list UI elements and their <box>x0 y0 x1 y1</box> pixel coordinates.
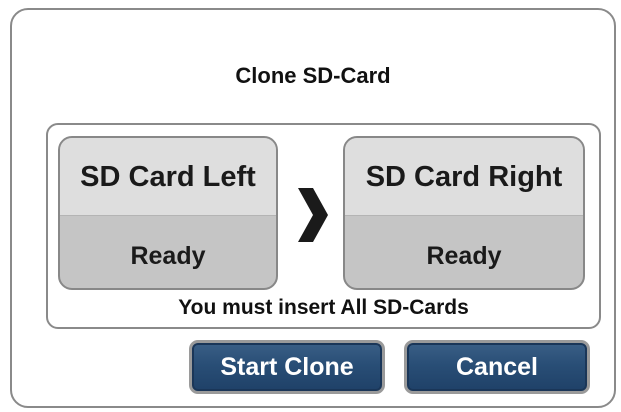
dialog-title: Clone SD-Card <box>235 63 391 88</box>
sd-card-left: SD Card Left Ready <box>58 136 278 290</box>
start-clone-button[interactable]: Start Clone <box>189 340 385 394</box>
sd-card-right-name: SD Card Right <box>365 161 563 193</box>
clone-panel: SD Card Left Ready SD Card Right Ready Y… <box>46 123 601 329</box>
cancel-button[interactable]: Cancel <box>404 340 590 394</box>
sd-card-right: SD Card Right Ready <box>343 136 585 290</box>
clone-sd-card-dialog: Clone SD-Card SD Card Left Ready SD Card… <box>10 8 616 408</box>
insert-cards-message: You must insert All SD-Cards <box>178 296 469 319</box>
sd-card-left-name: SD Card Left <box>80 161 256 193</box>
chevron-right-icon <box>298 188 328 242</box>
sd-card-right-status: Ready <box>426 242 502 270</box>
sd-card-left-status: Ready <box>130 242 206 270</box>
